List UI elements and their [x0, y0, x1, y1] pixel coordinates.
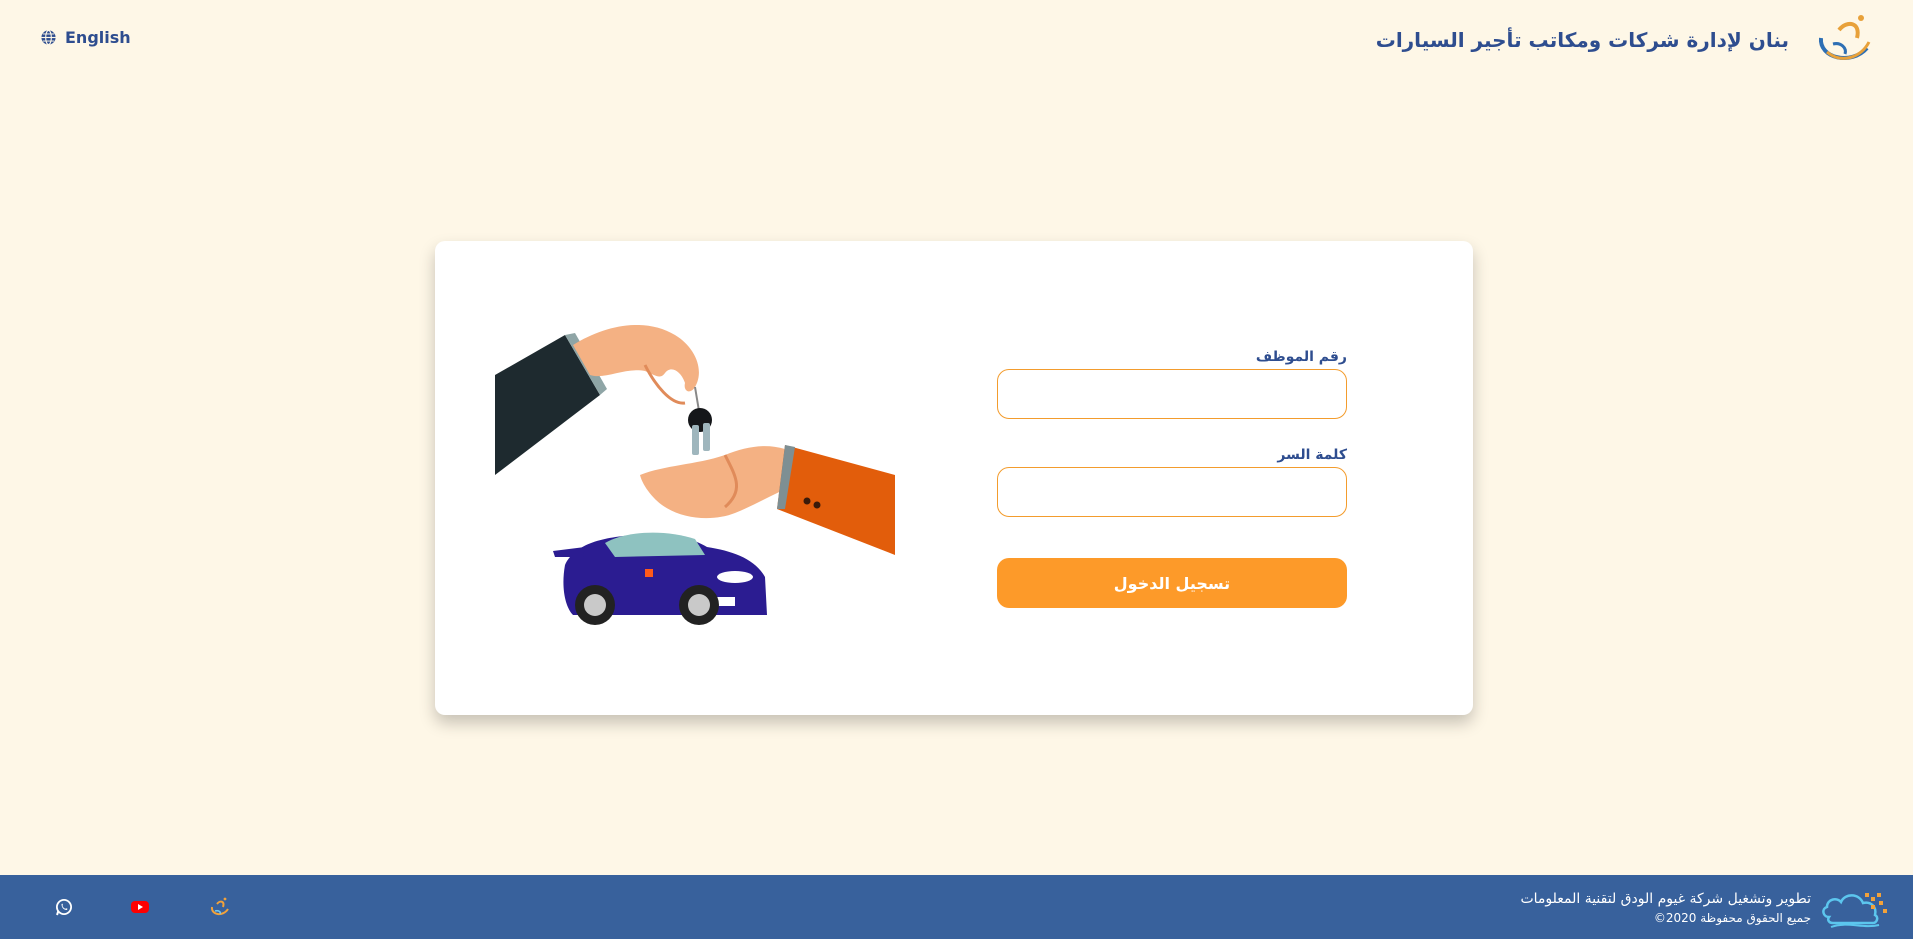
- employee-id-input[interactable]: [997, 369, 1347, 419]
- employee-id-field: رقم الموظف: [997, 349, 1347, 419]
- ghuyoom-alwadq-logo-icon: [1822, 893, 1887, 928]
- language-switch[interactable]: English: [40, 28, 131, 47]
- login-card: رقم الموظف كلمة السر تسجيل الدخول: [435, 241, 1473, 715]
- footer-brand: تطوير وتشغيل شركة غيوم الودق لتقنية المع…: [1520, 885, 1889, 931]
- password-input[interactable]: [997, 467, 1347, 517]
- footer-copyright: جميع الحقوق محفوظة 2020©: [1653, 911, 1811, 925]
- whatsapp-icon[interactable]: [52, 895, 76, 919]
- banan-logo-icon: [1819, 15, 1871, 60]
- footer: تطوير وتشغيل شركة غيوم الودق لتقنية المع…: [0, 875, 1913, 939]
- car-keys-handover-illustration: [495, 325, 895, 625]
- language-label: English: [65, 28, 131, 47]
- globe-icon: [41, 29, 56, 46]
- password-label: كلمة السر: [1277, 447, 1347, 463]
- login-button[interactable]: تسجيل الدخول: [997, 558, 1347, 608]
- footer-text: تطوير وتشغيل شركة غيوم الودق لتقنية المع…: [1520, 889, 1811, 927]
- password-field: كلمة السر: [997, 447, 1347, 517]
- login-form: رقم الموظف كلمة السر تسجيل الدخول: [997, 349, 1347, 608]
- banan-icon[interactable]: [207, 895, 231, 919]
- brand-title: بنان لإدارة شركات ومكاتب تأجير السيارات: [1375, 28, 1789, 52]
- employee-id-label: رقم الموظف: [1255, 349, 1347, 365]
- youtube-icon[interactable]: [128, 895, 152, 919]
- footer-credit: تطوير وتشغيل شركة غيوم الودق لتقنية المع…: [1520, 891, 1811, 907]
- brand: بنان لإدارة شركات ومكاتب تأجير السيارات: [1376, 8, 1875, 72]
